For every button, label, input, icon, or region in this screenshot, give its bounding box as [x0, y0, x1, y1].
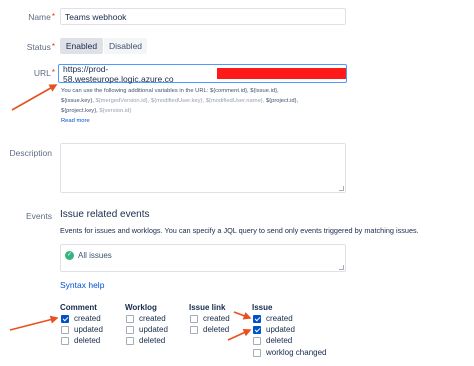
issue-updated-arrow [227, 329, 252, 341]
issue-created-arrow [233, 311, 252, 320]
comment-created-arrow [9, 315, 59, 331]
arrow-annotation-icon [9, 84, 252, 341]
url-arrow [11, 84, 58, 111]
